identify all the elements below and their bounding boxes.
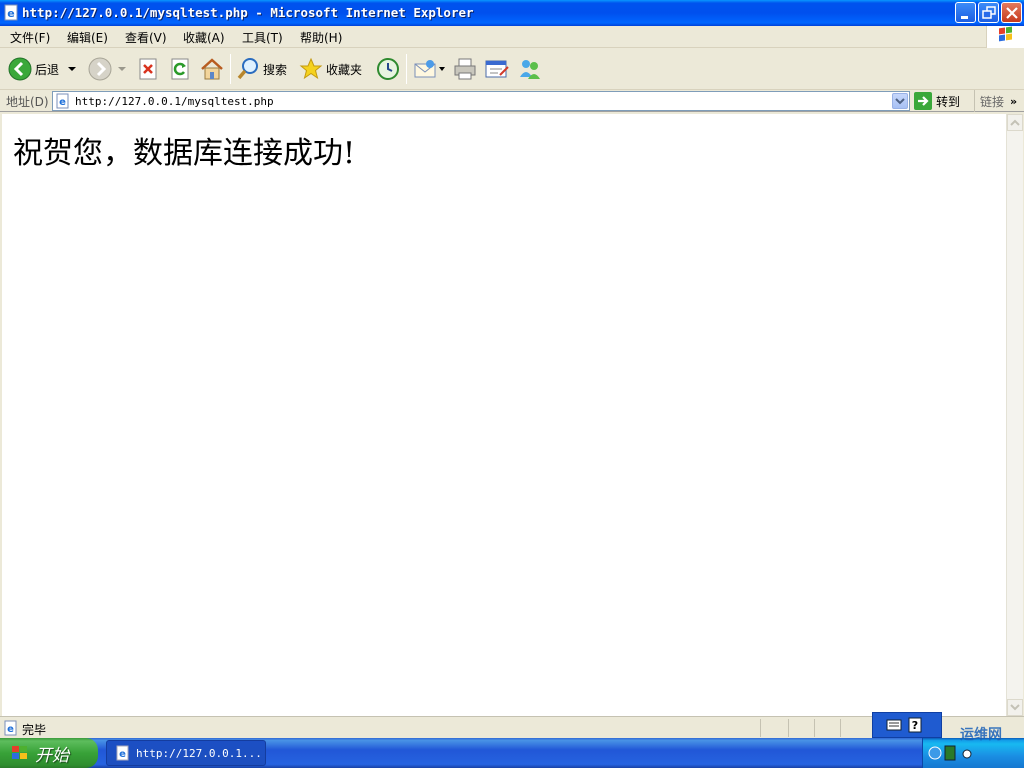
status-bar: e 完毕 [0, 716, 1024, 738]
close-icon [1006, 7, 1018, 19]
go-arrow-icon [914, 92, 932, 110]
ie-page-icon: e [4, 720, 17, 736]
ie-page-icon: e [116, 745, 129, 761]
language-bar[interactable]: ? [872, 712, 942, 738]
page-content: 祝贺您，数据库连接成功! [2, 114, 1006, 716]
windows-logo [986, 26, 1024, 48]
chevron-right-icon: » [1010, 94, 1018, 108]
standard-toolbar: 后退 搜索 收藏夹 [0, 48, 1024, 90]
close-button[interactable] [1001, 2, 1022, 23]
taskbar-ie-button[interactable]: e http://127.0.0.1... [106, 740, 266, 766]
messenger-icon [520, 60, 540, 79]
home-icon [201, 58, 223, 80]
edit-button[interactable] [484, 54, 510, 84]
language-bar-icons: ? [886, 717, 922, 733]
history-button[interactable] [375, 54, 401, 84]
links-label: 链接 [980, 94, 1005, 109]
windows-flag-icon [999, 26, 1012, 42]
address-url[interactable]: http://127.0.0.1/mysqltest.php [75, 95, 274, 108]
taskbar-ie-label: http://127.0.0.1... [136, 746, 262, 760]
toolbar-separator [230, 54, 231, 84]
scroll-down-icon [1010, 704, 1020, 711]
scroll-up-icon [1010, 119, 1020, 126]
window-title: http://127.0.0.1/mysqltest.php - Microso… [22, 5, 474, 20]
status-panel [760, 719, 788, 737]
status-panel [840, 719, 866, 737]
stop-icon [139, 58, 157, 80]
watermark-text: 运维网 [960, 727, 1002, 743]
scroll-down-button[interactable] [1007, 699, 1023, 716]
back-button[interactable]: 后退 [8, 54, 79, 84]
minimize-button[interactable] [955, 2, 976, 23]
ie-window: e http://127.0.0.1/mysqltest.php - Micro… [0, 0, 1024, 738]
back-label: 后退 [35, 62, 60, 77]
links-toolbar[interactable]: 链接 » [974, 90, 1024, 112]
svg-text:?: ? [912, 719, 918, 732]
scroll-up-button[interactable] [1007, 114, 1023, 131]
address-field[interactable]: e http://127.0.0.1/mysqltest.php [52, 91, 910, 111]
restore-button[interactable] [978, 2, 999, 23]
windows-flag-icon [12, 746, 27, 759]
svg-text:e: e [119, 749, 126, 760]
messenger-button[interactable] [516, 54, 544, 84]
print-button[interactable] [452, 54, 478, 84]
ie-page-icon: e [56, 93, 69, 109]
favorites-label: 收藏夹 [326, 62, 363, 77]
back-arrow-icon [8, 57, 32, 81]
menu-bar: 文件(F) 编辑(E) 查看(V) 收藏(A) 工具(T) 帮助(H) [0, 26, 1024, 48]
menu-help[interactable]: 帮助(H) [300, 29, 342, 46]
svg-text:e: e [7, 724, 14, 735]
menu-view[interactable]: 查看(V) [125, 29, 167, 46]
refresh-icon [171, 58, 189, 80]
address-dropdown[interactable] [892, 93, 908, 109]
home-button[interactable] [199, 54, 225, 84]
status-text: 完毕 [22, 723, 47, 737]
history-clock-icon [377, 58, 399, 80]
status-panel [814, 719, 840, 737]
address-label: 地址(D) [6, 95, 49, 109]
back-dropdown-icon[interactable] [65, 64, 79, 74]
success-message: 祝贺您，数据库连接成功! [13, 136, 356, 171]
vertical-scrollbar[interactable] [1006, 114, 1023, 716]
chevron-down-icon [895, 98, 905, 105]
edit-page-icon [485, 60, 509, 78]
go-button[interactable]: 转到 [914, 91, 960, 111]
toolbar-separator [406, 54, 407, 84]
forward-dropdown-icon[interactable] [116, 64, 128, 74]
svg-text:e: e [7, 7, 14, 20]
printer-icon [454, 58, 476, 80]
menu-edit[interactable]: 编辑(E) [67, 29, 108, 46]
mail-dropdown-icon[interactable] [437, 64, 447, 74]
search-label: 搜索 [263, 62, 288, 77]
mail-icon [414, 60, 436, 78]
taskbar: 开始 e http://127.0.0.1... [0, 738, 1024, 768]
address-bar: 地址(D) e http://127.0.0.1/mysqltest.php 转… [0, 90, 1024, 112]
minimize-icon [961, 16, 968, 19]
start-button[interactable]: 开始 [0, 738, 98, 768]
svg-text:e: e [59, 97, 66, 108]
refresh-button[interactable] [169, 54, 191, 84]
favorites-star-icon [299, 57, 323, 80]
go-label: 转到 [936, 94, 961, 109]
search-icon [237, 58, 258, 80]
stop-button[interactable] [137, 54, 159, 84]
restore-icon [982, 6, 996, 19]
search-button[interactable]: 搜索 [236, 54, 287, 84]
forward-arrow-icon [88, 57, 112, 81]
menu-file[interactable]: 文件(F) [10, 29, 50, 46]
mail-button[interactable] [413, 54, 447, 84]
title-bar[interactable]: e http://127.0.0.1/mysqltest.php - Micro… [0, 0, 1024, 26]
favorites-button[interactable]: 收藏夹 [299, 54, 362, 84]
start-label: 开始 [35, 745, 69, 766]
menu-tools[interactable]: 工具(T) [242, 29, 283, 46]
forward-button[interactable] [88, 54, 128, 84]
menu-favorites[interactable]: 收藏(A) [183, 29, 225, 46]
status-panel [788, 719, 814, 737]
ie-page-icon: e [4, 4, 18, 21]
